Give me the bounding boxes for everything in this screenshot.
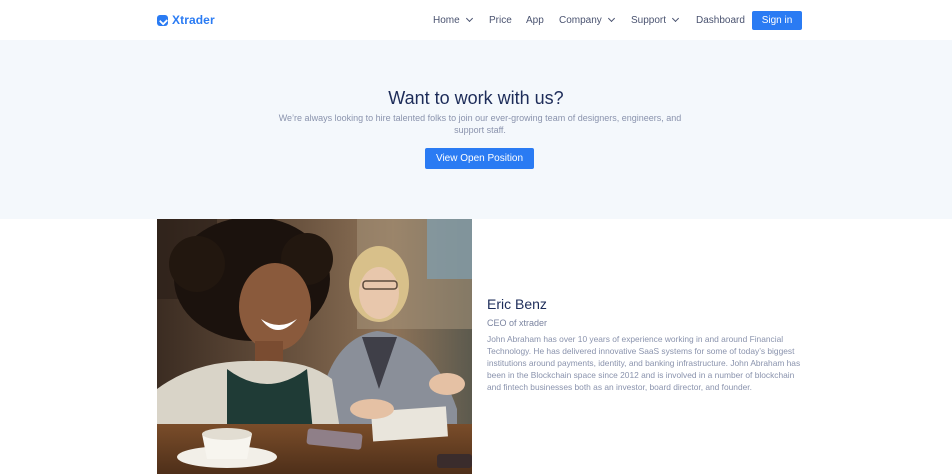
nav-item-price[interactable]: Price xyxy=(489,15,512,26)
chevron-down-icon xyxy=(607,14,615,23)
logo-icon xyxy=(157,14,168,26)
member-bio: John Abraham has over 10 years of experi… xyxy=(487,334,801,392)
nav-item-dashboard[interactable]: Dashboard xyxy=(696,15,745,26)
site-header: Xtrader Home Price App Company Support D… xyxy=(0,0,952,40)
hero-subtitle: We’re always looking to hire talented fo… xyxy=(278,113,682,135)
nav-label-company: Company xyxy=(559,14,602,26)
sign-in-button[interactable]: Sign in xyxy=(752,11,802,30)
team-photo xyxy=(157,219,472,474)
nav-label-app: App xyxy=(526,14,544,26)
view-open-position-button[interactable]: View Open Position xyxy=(425,148,534,169)
chevron-down-icon xyxy=(465,14,473,23)
nav-label-home: Home xyxy=(433,14,460,26)
nav-label-dashboard: Dashboard xyxy=(696,14,745,26)
hero-title: Want to work with us? xyxy=(388,88,564,108)
nav-label-price: Price xyxy=(489,14,512,26)
member-role: CEO of xtrader xyxy=(487,318,548,328)
team-member-card: Eric Benz CEO of xtrader John Abraham ha… xyxy=(487,296,805,393)
brand-name: Xtrader xyxy=(172,13,215,27)
chevron-down-icon xyxy=(671,14,680,23)
member-name: Eric Benz xyxy=(487,296,547,312)
nav-item-company[interactable]: Company xyxy=(559,14,615,26)
nav-label-support: Support xyxy=(631,14,667,26)
nav-item-support[interactable]: Support xyxy=(631,14,680,26)
team-photo-illustration xyxy=(157,219,472,474)
nav-item-app[interactable]: App xyxy=(526,15,544,26)
nav-item-home[interactable]: Home xyxy=(433,14,473,26)
hiring-hero: Want to work with us? We’re always looki… xyxy=(0,40,952,219)
brand-logo[interactable]: Xtrader xyxy=(157,12,215,28)
